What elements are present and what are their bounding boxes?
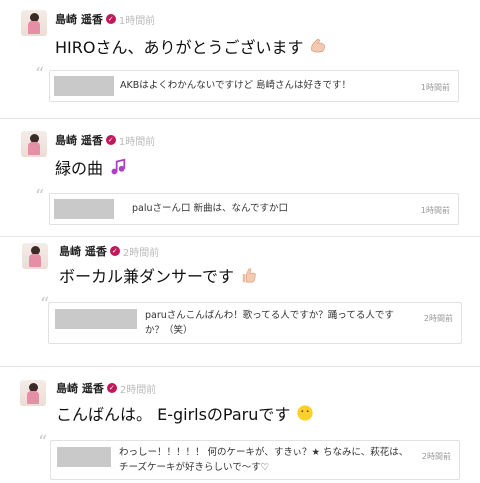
reply-text: paruさんこんばんわ！歌ってる人ですか？踊ってる人ですか？（笑） — [145, 310, 394, 336]
avatar[interactable] — [22, 243, 48, 269]
reply-time: 2時間前 — [421, 452, 451, 461]
reply-box[interactable]: わっしー！！！！！ 何のケーキが、すきぃ？★ ちなみに、萩花は、 チーズケーキが… — [50, 440, 460, 480]
post-time: 2時間前 — [119, 384, 157, 396]
reply-text: paluさーん口 新曲は、なんですか口 — [132, 203, 289, 214]
post-time: 2時間前 — [122, 247, 160, 259]
post-text: こんばんは。 E-girlsのParuです — [56, 405, 291, 424]
quote-icon: “ — [35, 64, 45, 85]
reply-thumbnail — [57, 447, 111, 467]
post-text: HIROさん、ありがとうございます — [55, 38, 304, 57]
reply-thumbnail — [55, 309, 137, 329]
divider — [0, 236, 480, 237]
reply-thumbnail — [54, 76, 114, 96]
verified-icon: ✓ — [105, 135, 116, 145]
verified-icon: ✓ — [109, 246, 120, 256]
smiley-face-icon — [297, 405, 314, 421]
reply-thumbnail — [54, 199, 114, 219]
avatar[interactable] — [21, 131, 47, 157]
avatar[interactable] — [21, 10, 47, 36]
quote-icon: “ — [38, 432, 48, 453]
divider — [0, 366, 480, 367]
reply-time: 2時間前 — [423, 314, 453, 323]
reply-box[interactable]: paruさんこんばんわ！歌ってる人ですか？踊ってる人ですか？（笑） 2時間前 — [48, 302, 462, 344]
post-time: 1時間前 — [118, 15, 156, 27]
flexed-biceps-icon — [311, 39, 326, 53]
author-name[interactable]: 島崎 遥香 — [55, 132, 103, 148]
author-name[interactable]: 島崎 遥香 — [55, 11, 103, 27]
quote-icon: “ — [35, 186, 45, 207]
music-notes-icon — [111, 158, 126, 175]
verified-icon: ✓ — [106, 383, 117, 393]
reply-text: わっしー！！！！！ 何のケーキが、すきぃ？★ ちなみに、萩花は、 チーズケーキが… — [119, 447, 409, 473]
author-name[interactable]: 島崎 遥香 — [59, 243, 107, 259]
divider — [0, 118, 480, 119]
thumbs-up-icon — [242, 268, 256, 283]
post-text: ボーカル兼ダンサーです — [59, 267, 235, 286]
reply-time: 1時間前 — [420, 83, 450, 92]
reply-time: 1時間前 — [420, 206, 450, 215]
post-text: 緑の曲 — [55, 159, 104, 178]
avatar[interactable] — [20, 380, 46, 406]
reply-box[interactable]: AKBはよくわかんないですけど 島崎さんは好きです！ 1時間前 — [49, 70, 459, 102]
author-name[interactable]: 島崎 遥香 — [56, 380, 104, 396]
post-time: 1時間前 — [118, 136, 156, 148]
reply-text: AKBはよくわかんないですけど 島崎さんは好きです！ — [120, 80, 351, 91]
reply-box[interactable]: paluさーん口 新曲は、なんですか口 1時間前 — [49, 193, 459, 225]
verified-icon: ✓ — [105, 14, 116, 24]
